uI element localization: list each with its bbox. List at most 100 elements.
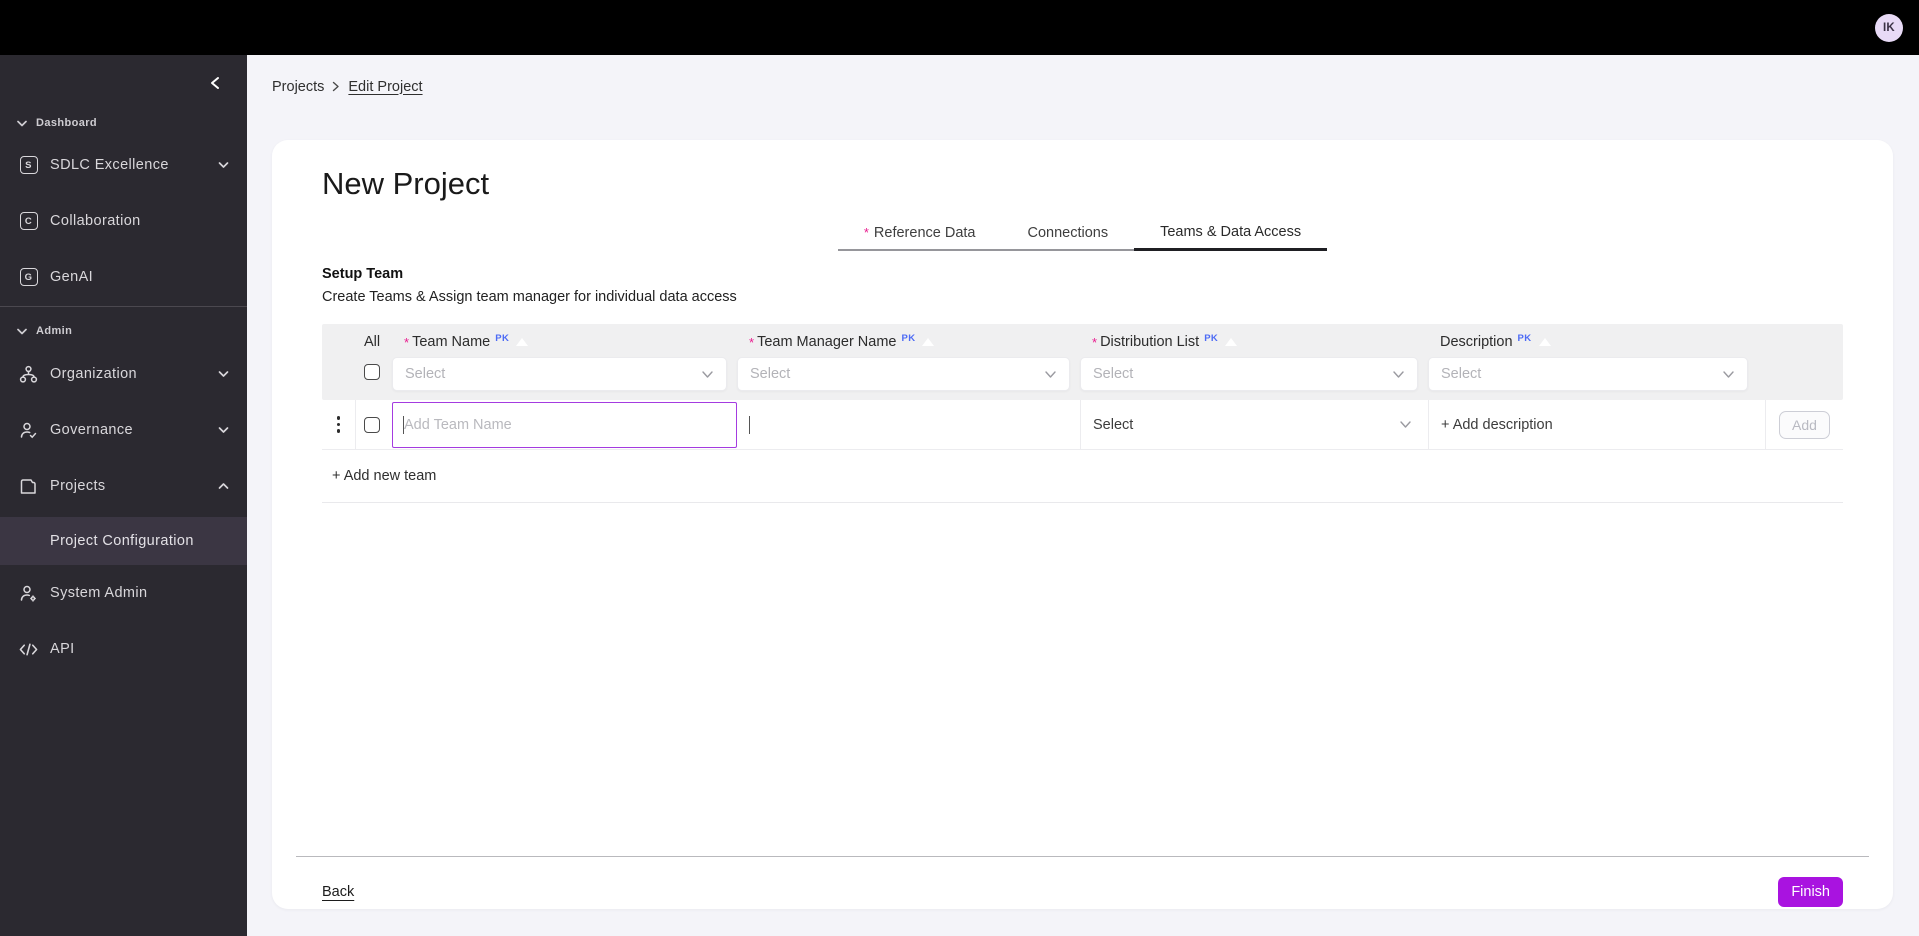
- column-header-description: Description PK: [1428, 330, 1766, 354]
- required-marker: *: [749, 334, 755, 350]
- sidebar-item-sdlc-excellence[interactable]: S SDLC Excellence: [0, 137, 247, 193]
- sidebar-item-organization[interactable]: Organization: [0, 346, 247, 402]
- column-header-team-name: * Team Name PK: [392, 330, 737, 354]
- chevron-down-icon: [17, 328, 27, 335]
- team-manager-input-cell[interactable]: [737, 400, 1080, 449]
- tab-teams-data-access[interactable]: Teams & Data Access: [1134, 224, 1328, 251]
- select-all-checkbox[interactable]: [364, 364, 380, 380]
- top-bar: IK: [0, 0, 1919, 55]
- new-project-card: New Project * Reference Data Connections…: [272, 140, 1893, 909]
- chevron-up-icon: [218, 482, 229, 490]
- sidebar: Dashboard S SDLC Excellence C Collaborat…: [0, 55, 247, 936]
- teams-table-header: All * Team Name PK Select * Team Manager…: [322, 324, 1843, 400]
- sort-ascending-icon[interactable]: [1538, 338, 1551, 346]
- required-marker: *: [404, 334, 410, 350]
- chevron-down-icon: [218, 161, 229, 169]
- distribution-list-filter-select[interactable]: Select: [1080, 357, 1418, 391]
- team-manager-filter-select[interactable]: Select: [737, 357, 1070, 391]
- tab-label: Reference Data: [873, 224, 976, 241]
- sidebar-item-governance[interactable]: Governance: [0, 402, 247, 458]
- breadcrumb-projects-link[interactable]: Projects: [272, 79, 324, 95]
- sidebar-section-admin[interactable]: Admin: [0, 325, 247, 337]
- add-new-team-row: + Add new team: [322, 450, 1843, 503]
- sidebar-item-projects[interactable]: Projects: [0, 458, 247, 514]
- add-description-link[interactable]: + Add description: [1429, 417, 1553, 433]
- breadcrumb-edit-project[interactable]: Edit Project: [348, 79, 422, 95]
- sort-ascending-icon[interactable]: [1225, 338, 1238, 346]
- chevron-down-icon: [1722, 370, 1735, 379]
- chevron-down-icon: [1044, 370, 1057, 379]
- wizard-tabs: * Reference Data Connections Teams & Dat…: [837, 224, 1328, 251]
- sidebar-section-label: Admin: [36, 325, 73, 337]
- chevron-down-icon: [701, 370, 714, 379]
- sidebar-item-label: Projects: [50, 478, 106, 494]
- user-avatar[interactable]: IK: [1875, 13, 1903, 42]
- page-title: New Project: [322, 166, 490, 201]
- chevron-down-icon: [17, 120, 27, 127]
- chevron-down-icon: [218, 426, 229, 434]
- primary-key-badge: PK: [1204, 332, 1219, 344]
- chevron-down-icon: [1399, 420, 1412, 429]
- primary-key-badge: PK: [495, 332, 510, 344]
- sidebar-item-api[interactable]: API: [0, 621, 247, 677]
- sidebar-item-label: API: [50, 641, 75, 657]
- folder-icon: [19, 477, 38, 496]
- sidebar-item-label: System Admin: [50, 585, 148, 601]
- sidebar-item-project-configuration[interactable]: Project Configuration: [0, 517, 247, 565]
- distribution-list-select[interactable]: Select: [1081, 417, 1428, 433]
- sidebar-item-collaboration[interactable]: C Collaboration: [0, 193, 247, 249]
- sidebar-item-label: GenAI: [50, 269, 94, 285]
- setup-team-subheading: Create Teams & Assign team manager for i…: [322, 289, 737, 305]
- sidebar-divider: [0, 306, 247, 307]
- primary-key-badge: PK: [901, 332, 916, 344]
- breadcrumb-separator-icon: [332, 81, 340, 92]
- sidebar-item-system-admin[interactable]: System Admin: [0, 565, 247, 621]
- genai-badge-icon: G: [19, 268, 38, 287]
- main-content: Projects Edit Project New Project * Refe…: [247, 55, 1919, 936]
- sidebar-item-label: Governance: [50, 422, 133, 438]
- chevron-left-icon: [209, 76, 221, 90]
- sidebar-section-label: Dashboard: [36, 117, 98, 129]
- required-marker: *: [1092, 334, 1098, 350]
- chevron-down-icon: [218, 370, 229, 378]
- row-menu-button[interactable]: [322, 400, 356, 449]
- sidebar-item-label: Collaboration: [50, 213, 141, 229]
- select-all-label: All: [364, 334, 381, 350]
- column-header-team-manager-name: * Team Manager Name PK: [737, 330, 1080, 354]
- card-footer: Back Finish: [322, 857, 1843, 909]
- user-gear-icon: [19, 584, 38, 603]
- user-check-icon: [19, 421, 38, 440]
- teams-table: All * Team Name PK Select * Team Manager…: [322, 324, 1843, 503]
- tab-label: Connections: [1027, 224, 1109, 241]
- code-icon: [19, 640, 38, 659]
- tab-label: Teams & Data Access: [1160, 224, 1302, 240]
- team-name-input[interactable]: Add Team Name: [392, 401, 737, 448]
- setup-team-heading: Setup Team: [322, 266, 404, 282]
- sidebar-collapse-button[interactable]: [203, 71, 227, 95]
- add-new-team-link[interactable]: + Add new team: [332, 468, 436, 484]
- sidebar-section-dashboard[interactable]: Dashboard: [0, 117, 247, 129]
- primary-key-badge: PK: [1517, 332, 1532, 344]
- distribution-list-cell: Select: [1080, 400, 1428, 449]
- chevron-down-icon: [1392, 370, 1405, 379]
- tab-reference-data[interactable]: * Reference Data: [838, 224, 1002, 249]
- add-button[interactable]: Add: [1779, 410, 1830, 439]
- org-chart-icon: [19, 365, 38, 384]
- description-cell: + Add description: [1428, 400, 1766, 449]
- sidebar-item-label: Organization: [50, 366, 138, 382]
- back-link[interactable]: Back: [322, 884, 354, 900]
- description-filter-select[interactable]: Select: [1428, 357, 1748, 391]
- sort-ascending-icon[interactable]: [922, 338, 935, 346]
- required-marker: *: [863, 225, 869, 240]
- kebab-menu-icon: [336, 416, 341, 433]
- finish-button[interactable]: Finish: [1778, 876, 1843, 907]
- tab-connections[interactable]: Connections: [1001, 224, 1134, 249]
- sdlc-badge-icon: S: [19, 156, 38, 175]
- column-header-distribution-list: * Distribution List PK: [1080, 330, 1428, 354]
- team-name-filter-select[interactable]: Select: [392, 357, 727, 391]
- breadcrumb: Projects Edit Project: [272, 78, 1893, 95]
- sidebar-item-genai[interactable]: G GenAI: [0, 249, 247, 305]
- text-cursor: [749, 415, 750, 434]
- row-checkbox[interactable]: [364, 416, 380, 433]
- sort-ascending-icon[interactable]: [516, 338, 529, 346]
